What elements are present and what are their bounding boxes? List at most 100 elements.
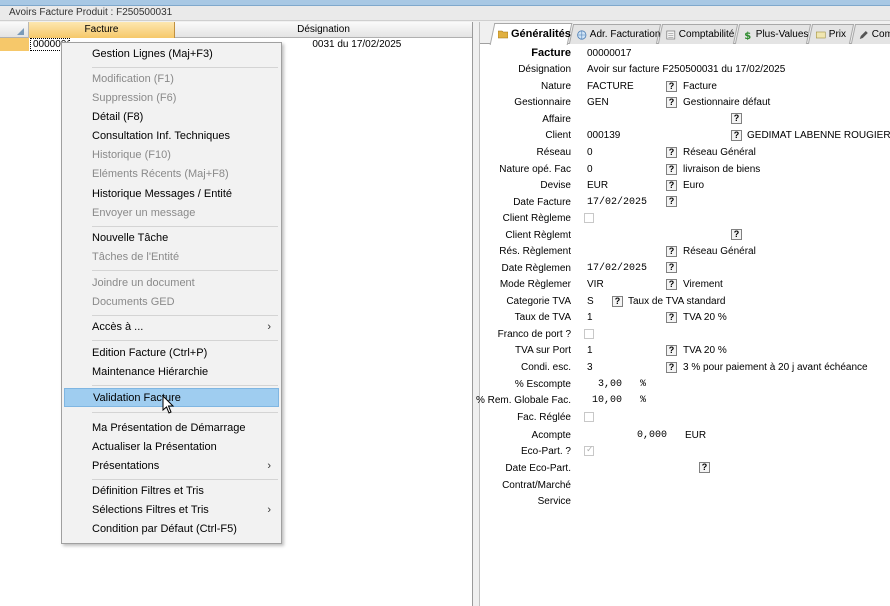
menu-item-acces[interactable]: Accès à ... › bbox=[64, 318, 279, 337]
menu-item-presentations[interactable]: Présentations › bbox=[64, 457, 279, 476]
field-client[interactable]: 000139 bbox=[587, 130, 620, 141]
menu-item-actualiser-presentation[interactable]: Actualiser la Présentation bbox=[64, 438, 279, 457]
label-categorie-tva: Categorie TVA bbox=[506, 296, 571, 307]
help-button-client-reglemt[interactable]: ? bbox=[731, 229, 742, 240]
column-header-designation[interactable]: Désignation bbox=[175, 22, 472, 38]
menu-item-historique-messages[interactable]: Historique Messages / Entité bbox=[64, 185, 279, 204]
menu-separator bbox=[92, 226, 278, 227]
label-eco-part: Eco-Part. ? bbox=[520, 446, 571, 457]
detail-panel: Généralités Adr. Facturation Comptabilit… bbox=[476, 22, 890, 606]
field-taux-tva[interactable]: 1 bbox=[587, 312, 593, 323]
field-devise[interactable]: EUR bbox=[587, 180, 608, 191]
help-button-tva-port[interactable]: ? bbox=[666, 345, 677, 356]
label-fac-reglee: Fac. Réglée bbox=[517, 412, 571, 423]
help-button-taux-tva[interactable]: ? bbox=[666, 312, 677, 323]
label-escompte: % Escompte bbox=[514, 379, 571, 390]
help-button-condi-esc[interactable]: ? bbox=[666, 362, 677, 373]
menu-separator bbox=[92, 340, 278, 341]
desc-devise: Euro bbox=[683, 180, 705, 191]
menu-item-gestion-lignes[interactable]: Gestion Lignes (Maj+F3) bbox=[64, 45, 279, 64]
generalites-form: Facture 00000017 Désignation Avoir sur f… bbox=[476, 44, 890, 606]
menu-item-maintenance-hierarchie[interactable]: Maintenance Hiérarchie bbox=[64, 363, 279, 382]
grid-header: Facture Désignation bbox=[0, 22, 472, 38]
menu-separator bbox=[92, 412, 278, 413]
field-condi-esc[interactable]: 3 bbox=[587, 362, 593, 373]
menu-item-historique[interactable]: Historique (F10) bbox=[64, 146, 279, 165]
help-button-affaire[interactable]: ? bbox=[731, 113, 742, 124]
menu-item-consultation[interactable]: Consultation Inf. Techniques bbox=[64, 127, 279, 146]
context-menu[interactable]: Gestion Lignes (Maj+F3) Modification (F1… bbox=[61, 42, 282, 544]
label-nature-ope: Nature opé. Fac bbox=[499, 164, 571, 175]
menu-item-selections-filtres[interactable]: Sélections Filtres et Tris › bbox=[64, 501, 279, 520]
globe-icon bbox=[577, 30, 587, 40]
help-button-nature-ope[interactable]: ? bbox=[666, 164, 677, 175]
desc-categorie-tva: Taux de TVA standard bbox=[628, 296, 726, 307]
column-header-facture[interactable]: Facture bbox=[29, 22, 175, 38]
grid-corner-icon[interactable] bbox=[0, 22, 29, 38]
checkbox-eco-part[interactable] bbox=[584, 444, 594, 456]
menu-item-edition-facture[interactable]: Edition Facture (Ctrl+P) bbox=[64, 344, 279, 363]
menu-item-elements-recents[interactable]: Eléments Récents (Maj+F8) bbox=[64, 165, 279, 184]
field-tva-port[interactable]: 1 bbox=[587, 345, 593, 356]
field-gestionnaire[interactable]: GEN bbox=[587, 97, 609, 108]
tab-generalites[interactable]: Généralités bbox=[489, 23, 573, 45]
menu-item-taches-entite[interactable]: Tâches de l'Entité bbox=[64, 248, 279, 267]
label-client-reglement: Client Règleme bbox=[502, 213, 571, 224]
tab-plus-values[interactable]: $ Plus-Values bbox=[734, 24, 812, 44]
field-escompte[interactable]: 3,00 bbox=[598, 379, 622, 390]
field-designation[interactable]: Avoir sur facture F250500031 du 17/02/20… bbox=[587, 64, 785, 75]
dollar-icon: $ bbox=[744, 31, 751, 40]
menu-item-modification[interactable]: Modification (F1) bbox=[64, 70, 279, 89]
checkbox-client-reglement[interactable] bbox=[584, 213, 594, 223]
help-button-date-eco-part[interactable]: ? bbox=[699, 462, 710, 473]
label-franco: Franco de port ? bbox=[497, 329, 571, 340]
tab-comptabilite[interactable]: Comptabilité bbox=[657, 24, 739, 44]
label-res-reglement: Rés. Règlement bbox=[499, 246, 571, 257]
label-condi-esc: Condi. esc. bbox=[520, 362, 571, 373]
help-button-res-reglement[interactable]: ? bbox=[666, 246, 677, 257]
field-date-facture[interactable]: 17/02/2025 bbox=[587, 197, 647, 208]
menu-item-definition-filtres[interactable]: Définition Filtres et Tris bbox=[64, 482, 279, 501]
tab-adr-facturation[interactable]: Adr. Facturation bbox=[568, 24, 662, 44]
help-button-gestionnaire[interactable]: ? bbox=[666, 97, 677, 108]
field-mode-reglement[interactable]: VIR bbox=[587, 279, 604, 290]
menu-item-documents-ged[interactable]: Documents GED bbox=[64, 293, 279, 312]
desc-nature-ope: livraison de biens bbox=[683, 164, 761, 175]
menu-item-detail[interactable]: Détail (F8) bbox=[64, 108, 279, 127]
checkbox-fac-reglee[interactable] bbox=[584, 412, 594, 422]
menu-item-envoyer-message[interactable]: Envoyer un message bbox=[64, 204, 279, 223]
help-button-date-facture[interactable]: ? bbox=[666, 196, 677, 207]
checkbox-franco[interactable] bbox=[584, 329, 594, 339]
row-selector[interactable] bbox=[0, 38, 29, 51]
tab-prix[interactable]: Prix bbox=[807, 24, 855, 44]
desc-client: GEDIMAT LABENNE ROUGIER F bbox=[747, 130, 890, 141]
unit-rem-globale: % bbox=[640, 395, 647, 406]
help-button-nature[interactable]: ? bbox=[666, 81, 677, 92]
field-nature[interactable]: FACTURE bbox=[587, 81, 634, 92]
menu-item-nouvelle-tache[interactable]: Nouvelle Tâche bbox=[64, 229, 279, 248]
menu-item-joindre-document[interactable]: Joindre un document bbox=[64, 274, 279, 293]
field-acompte[interactable]: 0,000 bbox=[637, 430, 667, 441]
folder-icon bbox=[498, 30, 508, 39]
tab-comm[interactable]: Comm bbox=[850, 24, 890, 44]
help-button-reseau[interactable]: ? bbox=[666, 147, 677, 158]
menu-item-condition-defaut[interactable]: Condition par Défaut (Ctrl-F5) bbox=[64, 520, 279, 539]
field-categorie-tva[interactable]: S bbox=[587, 296, 594, 307]
help-button-devise[interactable]: ? bbox=[666, 180, 677, 191]
help-button-categorie-tva[interactable]: ? bbox=[612, 296, 623, 307]
field-rem-globale[interactable]: 10,00 bbox=[592, 395, 622, 406]
unit-acompte: EUR bbox=[685, 430, 707, 441]
field-date-reglement[interactable]: 17/02/2025 bbox=[587, 263, 647, 274]
label-affaire: Affaire bbox=[542, 114, 571, 125]
mouse-pointer-icon bbox=[162, 395, 175, 414]
help-button-mode-reglement[interactable]: ? bbox=[666, 279, 677, 290]
menu-separator bbox=[92, 315, 278, 316]
help-button-date-reglement[interactable]: ? bbox=[666, 262, 677, 273]
field-facture[interactable]: 00000017 bbox=[587, 48, 632, 59]
field-reseau[interactable]: 0 bbox=[587, 147, 593, 158]
help-button-client[interactable]: ? bbox=[731, 130, 742, 141]
menu-item-suppression[interactable]: Suppression (F6) bbox=[64, 89, 279, 108]
field-nature-ope[interactable]: 0 bbox=[587, 164, 593, 175]
label-date-facture: Date Facture bbox=[513, 197, 571, 208]
menu-item-ma-presentation[interactable]: Ma Présentation de Démarrage bbox=[64, 419, 279, 438]
